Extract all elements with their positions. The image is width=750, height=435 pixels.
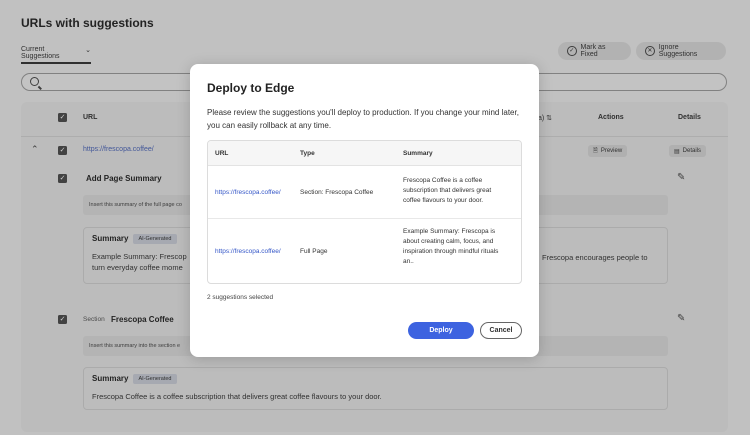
row-type: Section: Frescopa Coffee <box>300 189 374 196</box>
column-type: Type <box>300 150 315 157</box>
row-summary: Example Summary: Frescopa is about creat… <box>403 228 499 265</box>
deploy-dialog: Deploy to Edge Please review the suggest… <box>190 64 539 357</box>
table-row: https://frescopa.coffee/ Section: Fresco… <box>208 166 521 219</box>
deploy-table-header: URL Type Summary <box>208 141 521 166</box>
table-row: https://frescopa.coffee/ Full Page Examp… <box>208 220 521 283</box>
dialog-title: Deploy to Edge <box>207 81 295 95</box>
cancel-button[interactable]: Cancel <box>480 322 522 339</box>
deploy-button[interactable]: Deploy <box>408 322 474 339</box>
selected-count: 2 suggestions selected <box>207 294 274 301</box>
row-summary: Frescopa Coffee is a coffee subscription… <box>403 177 492 204</box>
row-url-link[interactable]: https://frescopa.coffee/ <box>215 247 281 257</box>
column-url: URL <box>215 150 229 157</box>
column-summary: Summary <box>403 150 433 157</box>
row-url-link[interactable]: https://frescopa.coffee/ <box>215 188 281 198</box>
deploy-table: URL Type Summary https://frescopa.coffee… <box>207 140 522 284</box>
dialog-description: Please review the suggestions you'll dep… <box>207 108 519 130</box>
row-type: Full Page <box>300 248 328 255</box>
